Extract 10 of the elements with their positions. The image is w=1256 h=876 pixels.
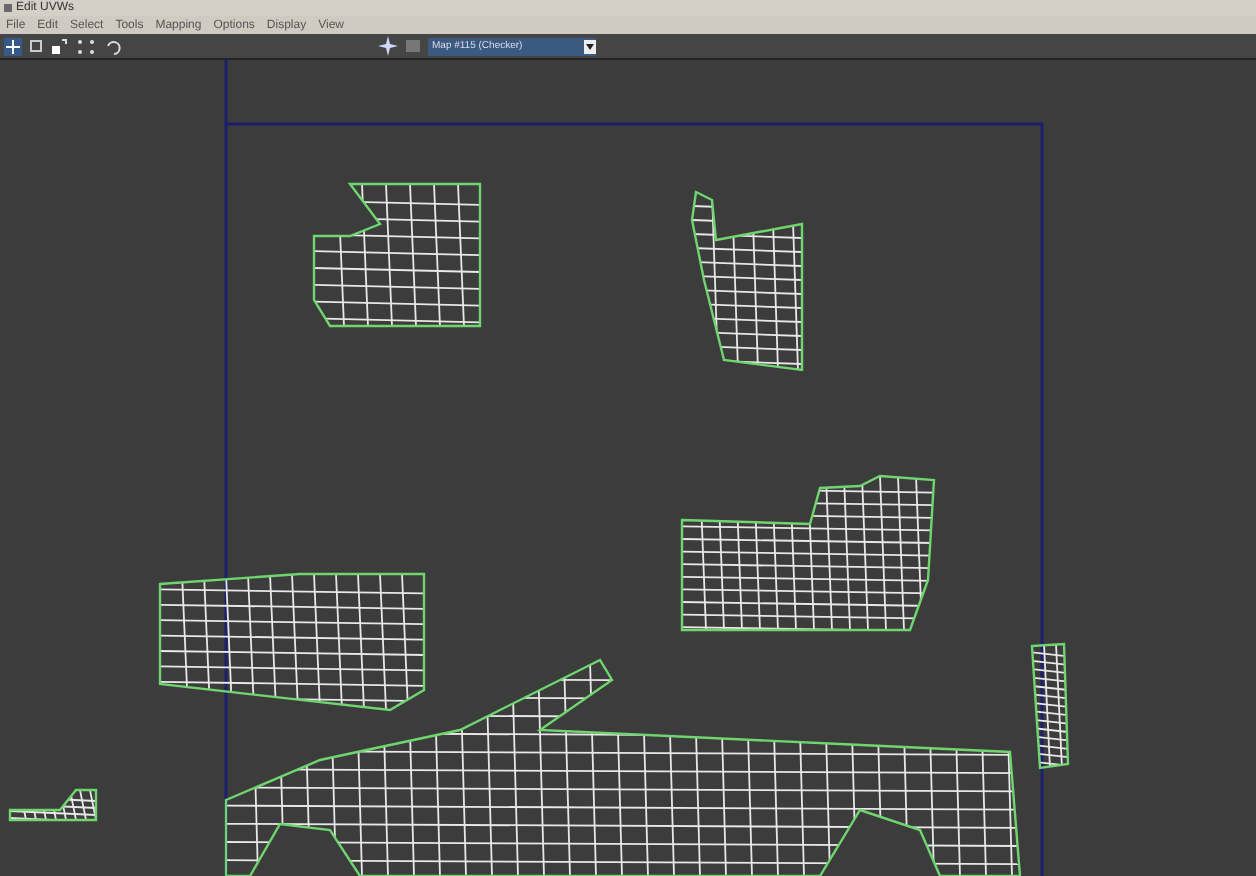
caret-icon[interactable] [584,39,596,53]
move-icon[interactable] [4,37,22,55]
dots-icon[interactable] [76,37,96,55]
rotate-icon[interactable] [104,37,122,55]
app-icon [4,4,12,12]
square-icon[interactable] [30,40,42,52]
strip-uv-island-drawing [1030,642,1070,770]
small-uv-island-drawing [8,788,98,822]
star-icon[interactable] [378,36,398,56]
scale-icon[interactable] [50,37,68,55]
